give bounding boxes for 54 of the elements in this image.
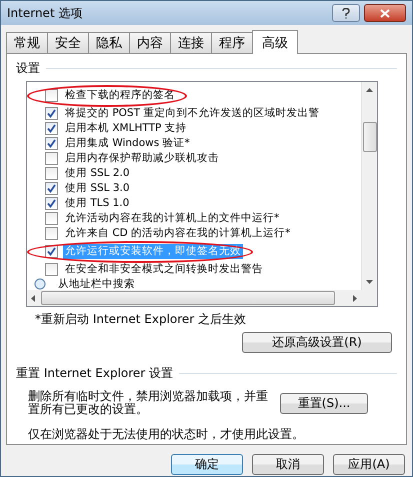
help-button[interactable] — [332, 4, 360, 22]
dialog-button[interactable]: 取消 — [252, 454, 324, 475]
checkbox[interactable] — [45, 137, 58, 150]
tab[interactable]: 常规 — [6, 32, 48, 53]
reset-button[interactable]: 重置(S)... — [280, 392, 368, 414]
checkbox[interactable] — [45, 167, 58, 180]
checkbox[interactable] — [45, 227, 58, 240]
setting-label[interactable]: 使用 SSL 3.0 — [63, 181, 132, 196]
dialog-button[interactable]: 确定 — [171, 454, 243, 475]
checkbox[interactable] — [45, 152, 58, 165]
scroll-left-icon[interactable] — [31, 294, 35, 302]
setting-label[interactable]: 允许来自 CD 的活动内容在我的计算机上运行* — [63, 226, 292, 241]
checkbox[interactable] — [45, 122, 58, 135]
reset-note: 仅在浏览器处于无法使用的状态时，才使用此设置。 — [28, 426, 305, 443]
search-icon — [34, 278, 47, 290]
setting-label[interactable]: 在安全和非安全模式之间转换时发出警告 — [63, 262, 265, 277]
checkbox[interactable] — [45, 263, 58, 276]
group-label: 重置 Internet Explorer 设置 — [16, 365, 174, 382]
checkbox[interactable] — [45, 197, 58, 210]
tab[interactable]: 安全 — [47, 32, 89, 53]
checkbox[interactable] — [45, 182, 58, 195]
checkbox[interactable] — [45, 107, 58, 120]
reset-description: 删除所有临时文件，禁用浏览器加载项，并重置所有已更改的设置。 — [28, 390, 268, 416]
setting-label[interactable]: 使用 SSL 2.0 — [63, 166, 132, 181]
setting-label[interactable]: 启用内存保护帮助减少联机攻击 — [63, 151, 221, 166]
tab[interactable]: 连接 — [170, 32, 212, 53]
checkbox[interactable] — [45, 89, 58, 102]
tab[interactable]: 高级 — [252, 30, 298, 54]
setting-label[interactable]: 启用本机 XMLHTTP 支持 — [63, 121, 189, 136]
scrollbar-thumb[interactable] — [362, 122, 376, 152]
setting-label[interactable]: 启用集成 Windows 验证* — [63, 136, 192, 151]
tab[interactable]: 内容 — [129, 32, 171, 53]
checkbox[interactable] — [45, 212, 58, 225]
scrollbar-thumb[interactable] — [41, 291, 335, 305]
scroll-up-icon[interactable] — [366, 88, 373, 92]
setting-label[interactable]: 从地址栏中搜索 — [56, 277, 137, 290]
setting-label[interactable]: 允许活动内容在我的计算机上的文件中运行* — [63, 211, 282, 226]
close-button[interactable] — [364, 4, 406, 22]
window-title: Internet 选项 — [7, 4, 84, 22]
help-icon — [342, 8, 350, 18]
tab[interactable]: 程序 — [211, 32, 253, 53]
tab[interactable]: 隐私 — [88, 32, 130, 53]
close-icon — [380, 8, 390, 18]
setting-label[interactable]: 使用 TLS 1.0 — [63, 196, 132, 211]
setting-label[interactable]: 将提交的 POST 重定向到不允许发送的区域时发出警 — [63, 106, 322, 121]
group-label: 设置 — [16, 60, 40, 77]
settings-list[interactable] — [26, 81, 378, 307]
dialog-button[interactable]: 应用(A) — [333, 454, 405, 475]
checkbox[interactable] — [45, 245, 58, 258]
scroll-right-icon[interactable] — [353, 294, 357, 302]
restart-note: *重新启动 Internet Explorer 之后生效 — [35, 311, 248, 328]
setting-label[interactable]: 检查下载的程序的签名 — [63, 88, 177, 103]
scroll-down-icon[interactable] — [366, 280, 373, 284]
restore-button[interactable]: 还原高级设置(R) — [242, 332, 392, 353]
